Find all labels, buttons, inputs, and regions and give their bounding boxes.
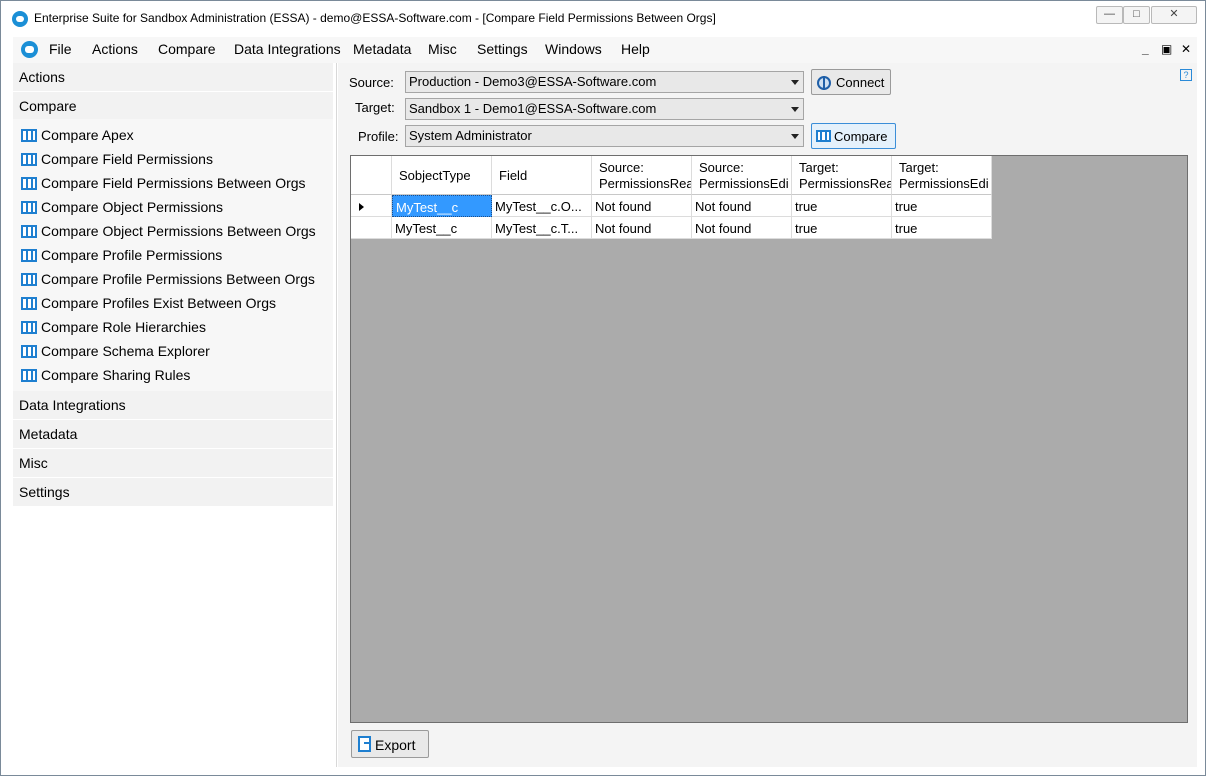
menu-windows[interactable]: Windows (545, 41, 602, 57)
menu-misc[interactable]: Misc (428, 41, 457, 57)
compare-icon (21, 345, 37, 358)
mdi-restore-button[interactable]: ▣ (1161, 42, 1172, 56)
column-header-source-read[interactable]: Source: PermissionsRea (592, 156, 692, 195)
navigation-panel: Actions Compare Compare Apex Compare Fie… (13, 63, 337, 767)
profile-dropdown[interactable]: System Administrator (405, 125, 804, 147)
nav-compare-profiles-exist-between-orgs[interactable]: Compare Profiles Exist Between Orgs (13, 291, 333, 315)
grid-cell[interactable]: MyTest__c (392, 195, 492, 217)
compare-field-permissions-form: Source: Production - Demo3@ESSA-Software… (338, 63, 1197, 767)
nav-compare-field-permissions[interactable]: Compare Field Permissions (13, 147, 333, 171)
menu-bar: File Actions Compare Data Integrations M… (13, 37, 1197, 63)
column-header-target-read[interactable]: Target: PermissionsRea (792, 156, 892, 195)
source-value: Production - Demo3@ESSA-Software.com (409, 74, 657, 89)
menu-compare[interactable]: Compare (158, 41, 216, 57)
export-icon (358, 736, 371, 752)
window-title: Enterprise Suite for Sandbox Administrat… (34, 11, 716, 25)
window-maximize-button[interactable]: □ (1123, 6, 1150, 24)
current-row-arrow-icon (359, 203, 364, 211)
nav-compare-schema-explorer[interactable]: Compare Schema Explorer (13, 339, 333, 363)
window-minimize-button[interactable]: — (1096, 6, 1123, 24)
mdi-minimize-button[interactable]: _ (1142, 42, 1149, 56)
results-grid[interactable]: SobjectType Field Source: PermissionsRea… (350, 155, 1188, 723)
grid-cell[interactable]: Not found (692, 195, 792, 217)
nav-compare-field-permissions-between-orgs[interactable]: Compare Field Permissions Between Orgs (13, 171, 333, 195)
mdi-close-button[interactable]: ✕ (1181, 42, 1191, 56)
nav-compare-sharing-rules[interactable]: Compare Sharing Rules (13, 363, 333, 387)
compare-icon (21, 177, 37, 190)
nav-compare-object-permissions-between-orgs[interactable]: Compare Object Permissions Between Orgs (13, 219, 333, 243)
grid-corner (351, 156, 392, 195)
nav-compare-object-permissions[interactable]: Compare Object Permissions (13, 195, 333, 219)
section-settings[interactable]: Settings (13, 478, 333, 506)
compare-icon (21, 273, 37, 286)
menu-data-integrations[interactable]: Data Integrations (234, 41, 341, 57)
window-close-button[interactable]: ✕ (1151, 6, 1197, 24)
compare-icon (21, 153, 37, 166)
column-header-sobjecttype[interactable]: SobjectType (392, 156, 492, 195)
menu-settings[interactable]: Settings (477, 41, 528, 57)
globe-icon (817, 76, 831, 90)
source-dropdown[interactable]: Production - Demo3@ESSA-Software.com (405, 71, 804, 93)
source-label: Source: (349, 75, 394, 90)
grid-cell[interactable]: Not found (592, 217, 692, 239)
target-label: Target: (355, 100, 395, 115)
compare-icon (21, 321, 37, 334)
connect-button[interactable]: Connect (811, 69, 891, 95)
title-bar: Enterprise Suite for Sandbox Administrat… (1, 1, 1205, 37)
grid-cell[interactable]: MyTest__c (392, 217, 492, 239)
compare-icon (816, 130, 831, 142)
nav-compare-profile-permissions[interactable]: Compare Profile Permissions (13, 243, 333, 267)
app-logo-icon (12, 11, 28, 27)
grid-cell[interactable]: Not found (692, 217, 792, 239)
column-header-field[interactable]: Field (492, 156, 592, 195)
compare-icon (21, 297, 37, 310)
section-misc[interactable]: Misc (13, 449, 333, 477)
app-window: Enterprise Suite for Sandbox Administrat… (0, 0, 1206, 776)
help-icon[interactable]: ? (1180, 69, 1192, 81)
profile-label: Profile: (358, 129, 399, 144)
grid-cell[interactable]: MyTest__c.T... (492, 217, 592, 239)
chevron-down-icon (791, 134, 799, 139)
column-header-source-edit[interactable]: Source: PermissionsEdi (692, 156, 792, 195)
row-header[interactable] (351, 217, 392, 239)
grid-cell[interactable]: Not found (592, 195, 692, 217)
profile-value: System Administrator (409, 128, 532, 143)
compare-button[interactable]: Compare (811, 123, 896, 149)
menu-file[interactable]: File (49, 41, 72, 57)
compare-icon (21, 249, 37, 262)
section-compare[interactable]: Compare (13, 92, 333, 120)
compare-icon (21, 129, 37, 142)
compare-icon (21, 225, 37, 238)
grid-cell[interactable]: true (892, 195, 992, 217)
grid-cell[interactable]: true (892, 217, 992, 239)
menu-metadata[interactable]: Metadata (353, 41, 411, 57)
nav-compare-role-hierarchies[interactable]: Compare Role Hierarchies (13, 315, 333, 339)
chevron-down-icon (791, 107, 799, 112)
grid-cell[interactable]: true (792, 217, 892, 239)
grid-cell[interactable]: MyTest__c.O... (492, 195, 592, 217)
section-data-integrations[interactable]: Data Integrations (13, 391, 333, 419)
export-button[interactable]: Export (351, 730, 429, 758)
target-value: Sandbox 1 - Demo1@ESSA-Software.com (409, 101, 657, 116)
menu-help[interactable]: Help (621, 41, 650, 57)
target-dropdown[interactable]: Sandbox 1 - Demo1@ESSA-Software.com (405, 98, 804, 120)
nav-compare-profile-permissions-between-orgs[interactable]: Compare Profile Permissions Between Orgs (13, 267, 333, 291)
grid-cell[interactable]: true (792, 195, 892, 217)
mdi-app-icon[interactable] (21, 41, 38, 58)
compare-icon (21, 369, 37, 382)
menu-actions[interactable]: Actions (92, 41, 138, 57)
nav-compare-apex[interactable]: Compare Apex (13, 123, 333, 147)
section-metadata[interactable]: Metadata (13, 420, 333, 448)
column-header-target-edit[interactable]: Target: PermissionsEdi (892, 156, 992, 195)
row-header[interactable] (351, 195, 392, 217)
compare-icon (21, 201, 37, 214)
section-actions[interactable]: Actions (13, 63, 333, 91)
chevron-down-icon (791, 80, 799, 85)
